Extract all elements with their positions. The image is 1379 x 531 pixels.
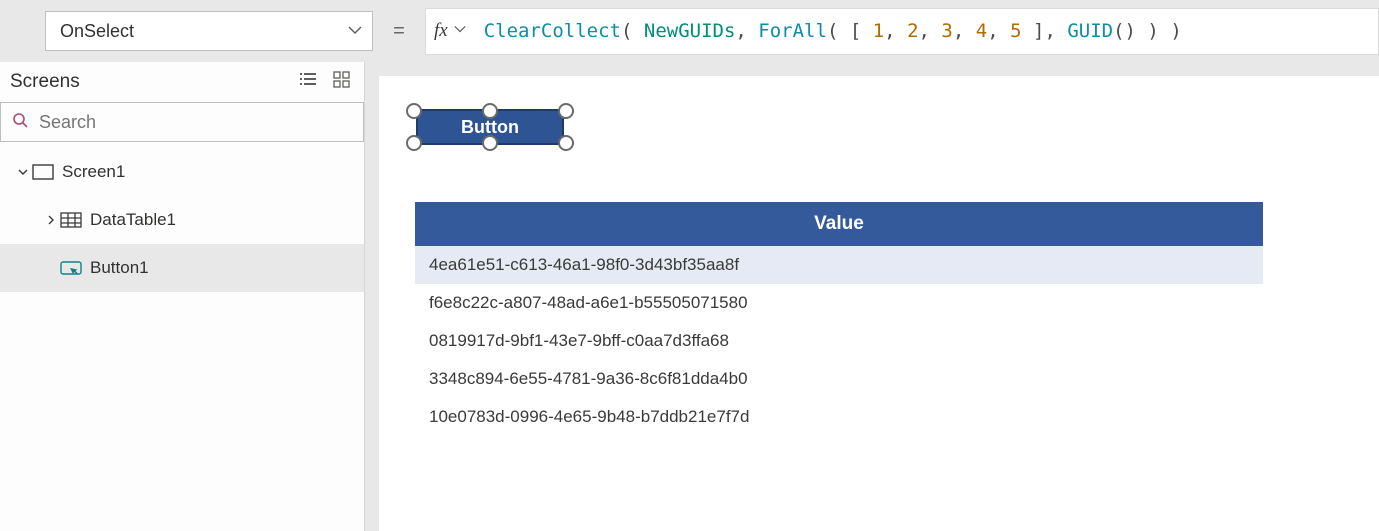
canvas[interactable]: Button Value 4ea61e51-c613-46a1-98f0-3d4… [379, 76, 1379, 531]
table-row[interactable]: f6e8c22c-a807-48ad-a6e1-b55505071580 [415, 284, 1263, 322]
formula-text[interactable]: ClearCollect( NewGUIDs, ForAll( [ 1, 2, … [484, 20, 1182, 42]
tree-view-panel: Screens [0, 62, 365, 531]
caret-down-icon[interactable] [14, 166, 32, 178]
formula-bar[interactable]: fx ClearCollect( NewGUIDs, ForAll( [ 1, … [425, 8, 1379, 55]
tree-item-screen1[interactable]: Screen1 [0, 148, 364, 196]
table-row[interactable]: 3348c894-6e55-4781-9a36-8c6f81dda4b0 [415, 360, 1263, 398]
resize-handle[interactable] [482, 103, 498, 119]
table-header[interactable]: Value [415, 202, 1263, 246]
datatable-icon [60, 212, 82, 228]
resize-handle[interactable] [406, 103, 422, 119]
column-header: Value [814, 213, 864, 235]
tree-item-label: Button1 [90, 258, 149, 278]
main-area: Screens [0, 62, 1379, 531]
property-selector-value: OnSelect [60, 21, 134, 42]
thumbnail-view-icon[interactable] [332, 69, 352, 95]
resize-handle[interactable] [482, 135, 498, 151]
screen-icon [32, 164, 54, 180]
search-input[interactable] [39, 112, 353, 133]
chevron-down-icon[interactable] [454, 22, 466, 40]
resize-handle[interactable] [558, 135, 574, 151]
tree-view: Screen1 DataTable1 Button1 [0, 142, 364, 292]
equals-label: = [373, 20, 425, 43]
table-row[interactable]: 10e0783d-0996-4e65-9b48-b7ddb21e7f7d [415, 398, 1263, 436]
property-selector[interactable]: OnSelect [45, 11, 373, 51]
tree-item-datatable1[interactable]: DataTable1 [0, 196, 364, 244]
fx-icon: fx [434, 20, 448, 42]
button-icon [60, 259, 82, 277]
canvas-area: Button Value 4ea61e51-c613-46a1-98f0-3d4… [365, 62, 1379, 531]
tree-item-button1[interactable]: Button1 [0, 244, 364, 292]
table-row[interactable]: 0819917d-9bf1-43e7-9bff-c0aa7d3ffa68 [415, 322, 1263, 360]
chevron-down-icon [348, 21, 362, 42]
panel-title: Screens [10, 71, 80, 93]
resize-handle[interactable] [406, 135, 422, 151]
resize-handle[interactable] [558, 103, 574, 119]
list-view-icon[interactable] [298, 69, 318, 95]
table-row[interactable]: 4ea61e51-c613-46a1-98f0-3d43bf35aa8f [415, 246, 1263, 284]
top-bar: OnSelect = fx ClearCollect( NewGUIDs, Fo… [0, 0, 1379, 62]
panel-header: Screens [0, 62, 364, 102]
search-box[interactable] [0, 102, 364, 142]
tree-item-label: Screen1 [62, 162, 125, 182]
tree-item-label: DataTable1 [90, 210, 176, 230]
data-table[interactable]: Value 4ea61e51-c613-46a1-98f0-3d43bf35aa… [415, 202, 1263, 436]
search-icon [11, 111, 29, 134]
selected-control[interactable]: Button [406, 103, 574, 151]
caret-right-icon[interactable] [42, 214, 60, 226]
